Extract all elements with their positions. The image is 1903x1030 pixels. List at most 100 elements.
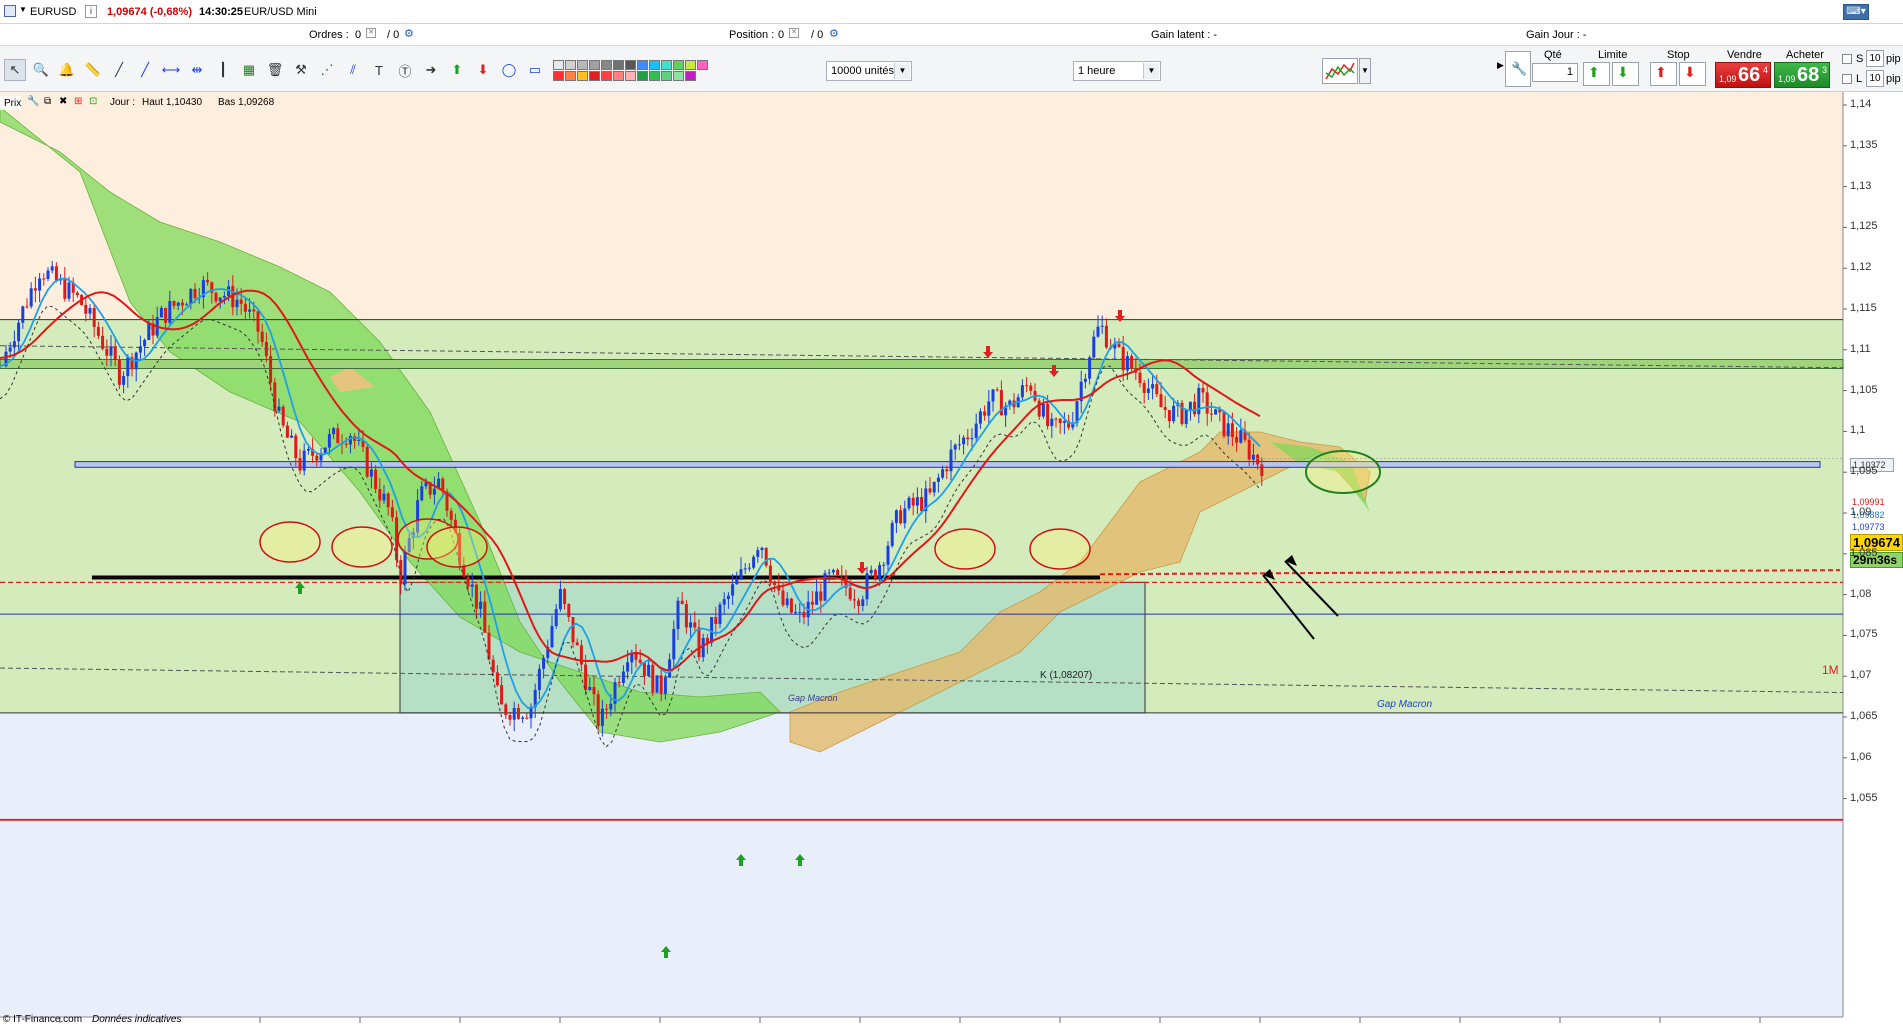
symbol-label[interactable]: EURUSD (30, 6, 76, 18)
candle-body (1138, 372, 1142, 384)
stop-sell-button[interactable]: ⬇ (1679, 62, 1706, 86)
candle-body (256, 311, 260, 332)
color-swatch[interactable] (649, 60, 660, 70)
keyboard-icon[interactable]: ⌨▾ (1843, 4, 1869, 20)
color-palette[interactable] (553, 60, 709, 82)
order-settings-button[interactable]: 🔧 (1505, 51, 1531, 87)
position-settings-icon[interactable]: ⚙ (829, 27, 839, 40)
color-swatch[interactable] (649, 71, 660, 81)
cancel-orders-icon[interactable]: ✕ (366, 28, 376, 38)
color-swatch[interactable] (565, 60, 576, 70)
instrument-icon[interactable] (4, 5, 16, 17)
close-position-icon[interactable]: ✕ (789, 28, 799, 38)
price-chart[interactable]: Prix 🔧 ⧉ ✖ ⊞ ⊡ Jour : Haut 1,10430 Bas 1… (0, 92, 1903, 1030)
info-icon[interactable]: i (85, 5, 97, 18)
trash-icon[interactable]: 🗑 (264, 59, 286, 81)
limit-buy-button[interactable]: ⬆ (1583, 62, 1610, 86)
sell-button[interactable]: 1,09 66 4 (1715, 62, 1771, 88)
indicator-chart-icon[interactable]: ▦ (238, 59, 260, 81)
candle-body (1222, 412, 1226, 437)
fibonacci-icon[interactable]: ⋰ (316, 59, 338, 81)
legend-window-icon[interactable]: ⧉ (44, 96, 51, 107)
color-swatch[interactable] (637, 71, 648, 81)
limit-sell-button[interactable]: ⬇ (1612, 62, 1639, 86)
candle-body (789, 598, 793, 613)
channel-tool-icon[interactable]: ⫽ (342, 59, 364, 81)
ruler-icon[interactable]: 📏 (82, 59, 104, 81)
color-swatch[interactable] (613, 71, 624, 81)
candle-body (731, 584, 735, 596)
color-swatch[interactable] (673, 71, 684, 81)
color-swatch[interactable] (697, 60, 708, 70)
color-swatch[interactable] (577, 60, 588, 70)
candle-body (25, 306, 29, 308)
rectangle-tool-icon[interactable]: ▭ (524, 59, 546, 81)
legend-up-icon[interactable]: ⊡ (89, 96, 97, 107)
alarm-bell-icon[interactable]: 🔔 (56, 59, 78, 81)
chart-type-button[interactable] (1322, 58, 1358, 84)
color-swatch[interactable] (625, 71, 636, 81)
interval-select[interactable]: 1 heure ▼ (1073, 61, 1161, 81)
color-swatch[interactable] (589, 71, 600, 81)
stop-checkbox[interactable] (1842, 54, 1852, 64)
chevron-down-icon[interactable]: ▼ (19, 5, 27, 14)
horizontal-line-icon[interactable]: ⟷ (160, 59, 182, 81)
color-swatch[interactable] (673, 60, 684, 70)
candle-body (113, 346, 117, 360)
color-swatch[interactable] (661, 71, 672, 81)
candle-body (831, 569, 835, 573)
color-swatch[interactable] (637, 60, 648, 70)
color-swatch[interactable] (577, 71, 588, 81)
text-tool-icon[interactable]: T (368, 59, 390, 81)
limit-checkbox[interactable] (1842, 74, 1852, 84)
support-test-ellipse (426, 526, 488, 568)
color-swatch[interactable] (625, 60, 636, 70)
candle-body (710, 617, 714, 643)
vertical-line-icon[interactable]: ┃ (212, 59, 234, 81)
candle-body (374, 469, 378, 490)
ellipse-tool-icon[interactable]: ◯ (498, 59, 520, 81)
candle-body (600, 708, 604, 726)
panel-toggle-icon[interactable]: ▶ (1497, 60, 1504, 71)
horizontal-ray-icon[interactable]: ⇹ (186, 59, 208, 81)
chevron-down-icon[interactable]: ▼ (1359, 58, 1371, 84)
zoom-icon[interactable]: 🔍 (30, 59, 52, 81)
color-swatch[interactable] (601, 60, 612, 70)
legend-settings-icon[interactable]: 🔧 (27, 96, 39, 107)
limit-pip-input[interactable]: 10 (1866, 70, 1884, 87)
color-swatch[interactable] (685, 60, 696, 70)
candle-body (84, 304, 88, 314)
color-swatch[interactable] (601, 71, 612, 81)
legend-close-icon[interactable]: ✖ (59, 96, 67, 107)
legend-add-icon[interactable]: ⊞ (74, 96, 82, 107)
units-select[interactable]: 10000 unités ▼ (826, 61, 912, 81)
settings-icon[interactable]: ⚙ (404, 27, 414, 40)
ma-price-tag: 1,09773 (1850, 522, 1894, 534)
color-swatch[interactable] (613, 60, 624, 70)
chart-canvas[interactable] (0, 92, 1903, 1030)
cursor-arrow-icon[interactable]: ↖ (4, 59, 26, 81)
candle-body (1058, 418, 1062, 423)
candle-body (285, 425, 289, 438)
color-swatch[interactable] (661, 60, 672, 70)
candle-body (550, 626, 554, 648)
arrow-right-icon[interactable]: ➜ (420, 59, 442, 81)
buy-button[interactable]: 1,09 68 3 (1774, 62, 1830, 88)
color-swatch[interactable] (553, 71, 564, 81)
trendline-tool-icon[interactable]: ╱ (134, 59, 156, 81)
color-swatch[interactable] (565, 71, 576, 81)
stop-buy-button[interactable]: ⬆ (1650, 62, 1677, 86)
segment-tool-icon[interactable]: ╱ (108, 59, 130, 81)
hammer-icon[interactable]: ⚒ (290, 59, 312, 81)
cloud-target-ellipse (1305, 450, 1381, 494)
color-swatch[interactable] (685, 71, 696, 81)
arrow-down-red-icon[interactable]: ⬇ (472, 59, 494, 81)
qty-input[interactable]: 1 (1532, 63, 1578, 82)
color-swatch[interactable] (553, 60, 564, 70)
color-swatch[interactable] (589, 60, 600, 70)
annotation-icon[interactable]: Ⓣ (394, 59, 416, 81)
stop-pip-input[interactable]: 10 (1866, 50, 1884, 67)
arrow-up-green-icon[interactable]: ⬆ (446, 59, 468, 81)
candle-body (105, 348, 109, 356)
stop-s-label: S (1856, 53, 1864, 65)
